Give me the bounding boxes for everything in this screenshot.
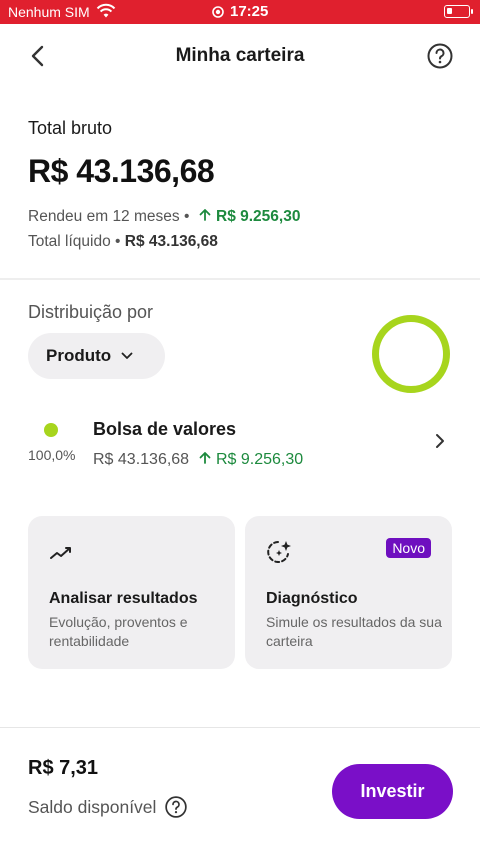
carrier-text: Nenhum SIM xyxy=(8,4,90,20)
wifi-icon xyxy=(96,3,116,22)
balance-label-text: Saldo disponível xyxy=(28,796,157,817)
card-description: Simule os resultados da sua carteira xyxy=(266,614,442,649)
top-bar: Minha carteira xyxy=(0,24,480,88)
card-diagnostico[interactable]: Novo Diagnóstico Simule os resultados da… xyxy=(245,516,452,669)
asset-gain: R$ 9.256,30 xyxy=(215,451,304,468)
total-value: R$ 43.136,68 xyxy=(28,153,215,189)
chevron-down-icon xyxy=(121,352,133,359)
asset-percent: 100,0% xyxy=(28,447,76,463)
distribution-dropdown[interactable]: Produto xyxy=(28,333,165,379)
footer-divider xyxy=(0,727,480,728)
asset-values: R$ 43.136,68 R$ 9.256,30 xyxy=(93,451,303,469)
status-bar: Nenhum SIM 17:25 xyxy=(0,0,480,24)
chevron-right-icon xyxy=(436,434,444,448)
asset-name: Bolsa de valores xyxy=(93,419,237,439)
available-balance-label: Saldo disponível xyxy=(28,795,188,819)
rendeu-value: R$ 9.256,30 xyxy=(216,208,301,225)
distribution-donut-chart xyxy=(372,315,450,393)
legend-dot xyxy=(44,423,58,437)
available-balance-value: R$ 7,31 xyxy=(28,757,99,779)
asset-row-bolsa[interactable]: 100,0% Bolsa de valores R$ 43.136,68 R$ … xyxy=(0,408,480,478)
arrow-up-icon xyxy=(199,452,210,464)
arrow-up-icon xyxy=(199,209,211,221)
trend-chart-icon xyxy=(50,547,71,559)
liquido-label: Total líquido • xyxy=(28,233,121,250)
liquido-line: Total líquido • R$ 43.136,68 xyxy=(28,233,218,251)
total-summary: Total bruto R$ 43.136,68 xyxy=(28,118,215,190)
help-circle-icon[interactable] xyxy=(164,795,188,819)
battery-icon xyxy=(444,5,473,18)
location-icon xyxy=(212,5,224,18)
total-label: Total bruto xyxy=(28,118,113,138)
invest-button[interactable]: Investir xyxy=(332,764,453,819)
help-circle-icon[interactable] xyxy=(426,42,454,70)
dropdown-value: Produto xyxy=(46,346,112,365)
new-badge: Novo xyxy=(386,538,431,558)
sparkle-diagnostic-icon xyxy=(267,541,291,563)
asset-value: R$ 43.136,68 xyxy=(93,451,190,468)
card-title: Diagnóstico xyxy=(266,590,358,607)
liquido-value: R$ 43.136,68 xyxy=(124,233,218,250)
page-title: Minha carteira xyxy=(175,45,305,66)
rendeu-line: Rendeu em 12 meses • R$ 9.256,30 xyxy=(28,208,300,226)
card-analisar-resultados[interactable]: Analisar resultados Evolução, proventos … xyxy=(28,516,235,669)
card-description: Evolução, proventos e rentabilidade xyxy=(49,614,188,649)
section-divider xyxy=(0,278,480,280)
clock-time: 17:25 xyxy=(230,3,269,20)
distribution-label: Distribuição por xyxy=(28,302,154,322)
card-title: Analisar resultados xyxy=(49,590,198,607)
rendeu-label: Rendeu em 12 meses • xyxy=(28,208,190,225)
